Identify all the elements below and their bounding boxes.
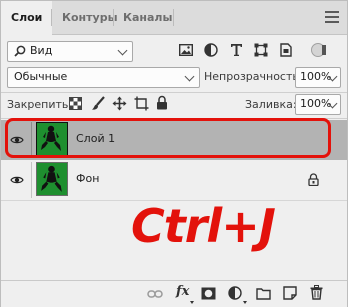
panel-menu-icon[interactable] xyxy=(325,11,339,23)
search-icon xyxy=(14,45,26,57)
filter-pixel-icon[interactable] xyxy=(179,44,193,56)
opacity-field[interactable]: 100% xyxy=(295,67,341,88)
lock-transparent-pixels-icon[interactable] xyxy=(69,97,82,110)
layer-thumbnail xyxy=(36,122,68,156)
layers-panel: Слои Контуры Каналы Вид Обычные Непрозра… xyxy=(0,0,348,307)
layer-name: Фон xyxy=(76,172,100,185)
visibility-eye-icon[interactable] xyxy=(10,173,24,187)
new-layer-icon[interactable] xyxy=(283,286,297,300)
figure-thumbnail-image xyxy=(41,125,61,151)
filter-kind-label: Вид xyxy=(30,44,53,57)
lock-label: Закрепить: xyxy=(7,98,73,111)
tab-layers[interactable]: Слои xyxy=(1,1,53,35)
filter-type-icon[interactable] xyxy=(230,43,243,57)
mask-icon[interactable] xyxy=(201,287,216,300)
group-icon[interactable] xyxy=(256,287,271,300)
chevron-down-icon xyxy=(184,71,195,82)
fx-icon[interactable]: fx xyxy=(176,284,189,299)
filter-kind-dropdown[interactable]: Вид xyxy=(7,41,133,62)
visibility-eye-icon[interactable] xyxy=(10,133,24,147)
lock-image-pixels-icon[interactable] xyxy=(91,96,105,111)
filter-smart-object-icon[interactable] xyxy=(279,43,293,57)
lock-position-icon[interactable] xyxy=(112,96,127,111)
panel-tabs: Слои Контуры Каналы xyxy=(1,1,347,35)
opacity-label: Непрозрачность: xyxy=(204,70,303,83)
filter-shape-icon[interactable] xyxy=(254,43,268,57)
layer-row-selected[interactable]: Слой 1 xyxy=(1,120,347,160)
layer-row-background[interactable]: Фон xyxy=(1,160,347,200)
figure-thumbnail-image xyxy=(41,165,62,192)
lock-all-icon[interactable] xyxy=(156,95,168,110)
shortcut-annotation: Ctrl+J xyxy=(131,199,276,253)
lock-artboard-icon[interactable] xyxy=(134,96,149,111)
trash-icon[interactable] xyxy=(310,285,323,300)
chevron-down-icon xyxy=(117,45,128,56)
blend-mode-value: Обычные xyxy=(14,70,68,83)
filter-adjustment-icon[interactable] xyxy=(204,43,218,57)
adjustment-icon[interactable] xyxy=(228,286,242,300)
blend-mode-dropdown[interactable]: Обычные xyxy=(7,67,200,88)
fill-field[interactable]: 100% xyxy=(295,94,341,115)
filter-toggle-knob xyxy=(322,45,326,55)
layer-lock-icon xyxy=(308,173,319,186)
layers-bottom-toolbar: fx xyxy=(1,280,347,307)
layer-thumbnail xyxy=(36,162,68,196)
fill-label: Заливка: xyxy=(245,98,297,111)
layer-name: Слой 1 xyxy=(76,132,116,145)
link-icon[interactable] xyxy=(147,289,163,299)
